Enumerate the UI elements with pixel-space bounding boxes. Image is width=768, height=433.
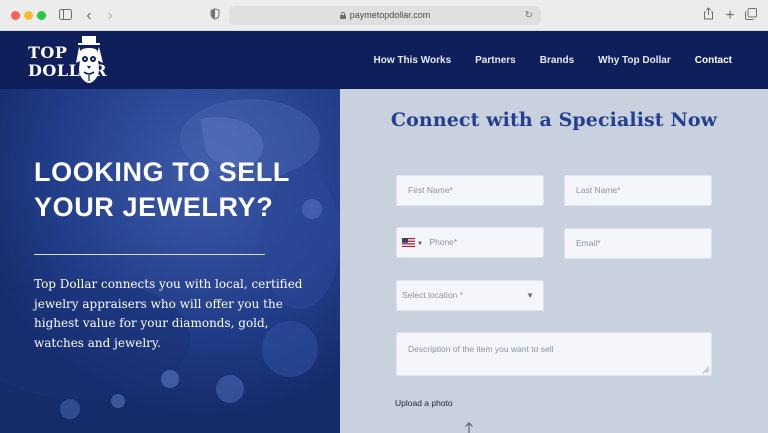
hero-description: Top Dollar connects you with local, cert… — [34, 277, 303, 350]
logo-top-text: TOP — [28, 43, 68, 62]
share-icon[interactable] — [702, 7, 714, 24]
last-name-field[interactable]: Last Name* — [564, 175, 712, 206]
last-name-placeholder: Last Name* — [576, 185, 621, 195]
nav-why-top-dollar[interactable]: Why Top Dollar — [598, 55, 671, 66]
minimize-window-button[interactable] — [24, 11, 33, 20]
hero-divider — [34, 254, 265, 255]
close-window-button[interactable] — [11, 11, 20, 20]
hero-title-line-2: YOUR JEWELRY? — [34, 192, 274, 222]
sidebar-icon[interactable] — [58, 7, 72, 24]
form-title: Connect with a Specialist Now — [390, 109, 718, 131]
hero-section: LOOKING TO SELL YOUR JEWELRY? Top Dollar… — [0, 89, 340, 433]
site-header: TOP DOLLAR How This Works Partners Brand… — [0, 31, 768, 89]
upload-arrow-icon[interactable] — [464, 422, 474, 433]
country-selector[interactable]: ▼ — [402, 237, 429, 247]
item-description-textarea[interactable]: Description of the item you want to sell — [396, 332, 712, 376]
location-select[interactable]: Select location * ▼ — [396, 280, 544, 311]
tabs-icon[interactable] — [745, 7, 757, 24]
nav-brands[interactable]: Brands — [540, 55, 574, 66]
upload-photo-label: Upload a photo — [395, 398, 453, 408]
email-placeholder: Email* — [576, 238, 601, 248]
contact-form-panel: Connect with a Specialist Now First Name… — [340, 89, 768, 433]
address-bar[interactable]: paymetopdollar.com ↻ — [229, 6, 541, 25]
us-flag-icon — [402, 238, 415, 247]
first-name-field[interactable]: First Name* — [396, 175, 544, 206]
first-name-placeholder: First Name* — [408, 185, 453, 195]
chevron-down-icon: ▼ — [526, 291, 534, 300]
zoom-window-button[interactable] — [37, 11, 46, 20]
country-caret-icon: ▼ — [417, 241, 423, 247]
shield-icon[interactable] — [209, 7, 221, 24]
hero-background-image — [0, 89, 340, 433]
url-text: paymetopdollar.com — [349, 10, 431, 20]
top-dollar-logo[interactable]: TOP DOLLAR — [28, 35, 118, 85]
email-field[interactable]: Email* — [564, 228, 712, 259]
nav-how-this-works[interactable]: How This Works — [374, 55, 452, 66]
description-placeholder: Description of the item you want to sell — [408, 344, 554, 354]
phone-field[interactable]: ▼ Phone* — [396, 227, 544, 258]
location-placeholder: Select location * — [402, 290, 463, 300]
hero-title: LOOKING TO SELL YOUR JEWELRY? — [34, 155, 324, 225]
nav-partners[interactable]: Partners — [475, 55, 516, 66]
phone-placeholder: Phone* — [429, 237, 458, 247]
chevron-right-icon[interactable]: › — [104, 7, 116, 24]
browser-toolbar: ‹ › paymetopdollar.com ↻ + — [0, 0, 768, 31]
nav-contact[interactable]: Contact — [695, 55, 732, 66]
lock-icon — [339, 12, 346, 19]
resize-grip-icon[interactable] — [703, 367, 709, 373]
hero-title-line-1: LOOKING TO SELL — [34, 157, 291, 187]
plus-icon[interactable]: + — [724, 7, 736, 24]
chevron-left-icon[interactable]: ‹ — [83, 7, 95, 24]
reload-icon[interactable]: ↻ — [525, 9, 533, 22]
wolf-mascot-icon — [76, 36, 103, 83]
main-nav: How This Works Partners Brands Why Top D… — [374, 31, 732, 89]
